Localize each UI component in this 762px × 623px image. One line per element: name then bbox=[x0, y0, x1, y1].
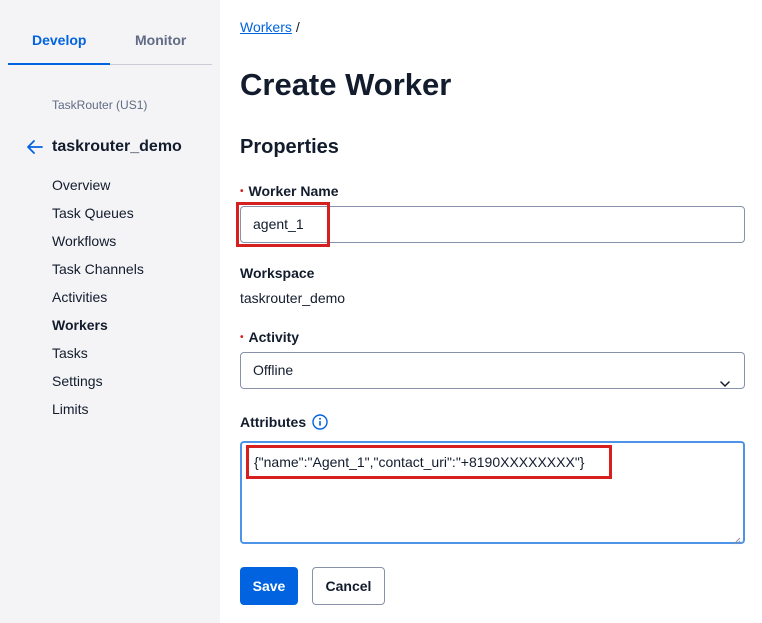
attributes-value: {"name":"Agent_1","contact_uri":"+8190XX… bbox=[254, 454, 585, 470]
chevron-down-icon bbox=[720, 366, 730, 387]
attributes-label-text: Attributes bbox=[240, 414, 307, 430]
activity-select[interactable]: Offline bbox=[240, 352, 745, 389]
workspace-title: taskrouter_demo bbox=[52, 138, 182, 155]
sidebar-item-limits[interactable]: Limits bbox=[52, 399, 144, 427]
activity-label: • Activity bbox=[240, 329, 299, 345]
resize-handle-icon[interactable] bbox=[733, 532, 741, 545]
worker-name-label: • Worker Name bbox=[240, 183, 339, 199]
sidebar-item-settings[interactable]: Settings bbox=[52, 371, 144, 399]
service-label: TaskRouter (US1) bbox=[52, 98, 148, 112]
breadcrumb-workers-link[interactable]: Workers bbox=[240, 19, 292, 35]
arrow-left-icon[interactable] bbox=[26, 139, 44, 155]
breadcrumb: Workers / bbox=[240, 19, 300, 35]
breadcrumb-separator: / bbox=[295, 19, 300, 35]
required-marker: • bbox=[240, 331, 244, 343]
sidebar-item-workers[interactable]: Workers bbox=[52, 315, 144, 343]
active-tab-indicator bbox=[8, 63, 110, 65]
required-marker: • bbox=[240, 185, 244, 197]
workspace-value: taskrouter_demo bbox=[240, 290, 346, 306]
sidebar-item-task-channels[interactable]: Task Channels bbox=[52, 259, 144, 287]
sidebar-item-workflows[interactable]: Workflows bbox=[52, 231, 144, 259]
activity-selected-value: Offline bbox=[253, 362, 294, 378]
info-icon[interactable] bbox=[312, 414, 328, 430]
worker-name-label-text: Worker Name bbox=[248, 183, 339, 199]
sidebar-nav: Overview Task Queues Workflows Task Chan… bbox=[52, 175, 144, 427]
attributes-label: Attributes bbox=[240, 414, 328, 430]
sidebar-item-task-queues[interactable]: Task Queues bbox=[52, 203, 144, 231]
workspace-label: Workspace bbox=[240, 265, 315, 281]
sidebar-item-overview[interactable]: Overview bbox=[52, 175, 144, 203]
attributes-textarea[interactable]: {"name":"Agent_1","contact_uri":"+8190XX… bbox=[240, 441, 745, 545]
sidebar-tabs: Develop Monitor bbox=[8, 22, 212, 65]
page-title: Create Worker bbox=[240, 67, 452, 102]
worker-name-input[interactable]: agent_1 bbox=[240, 206, 745, 243]
cancel-button[interactable]: Cancel bbox=[312, 567, 385, 605]
activity-label-text: Activity bbox=[248, 329, 300, 345]
tab-develop[interactable]: Develop bbox=[32, 32, 86, 48]
sidebar-item-activities[interactable]: Activities bbox=[52, 287, 144, 315]
sidebar-item-tasks[interactable]: Tasks bbox=[52, 343, 144, 371]
section-title: Properties bbox=[240, 136, 339, 158]
tab-monitor[interactable]: Monitor bbox=[135, 32, 186, 48]
sidebar: Develop Monitor TaskRouter (US1) taskrou… bbox=[0, 0, 220, 623]
save-button[interactable]: Save bbox=[240, 567, 298, 605]
workspace-back-link[interactable]: taskrouter_demo bbox=[26, 137, 182, 157]
